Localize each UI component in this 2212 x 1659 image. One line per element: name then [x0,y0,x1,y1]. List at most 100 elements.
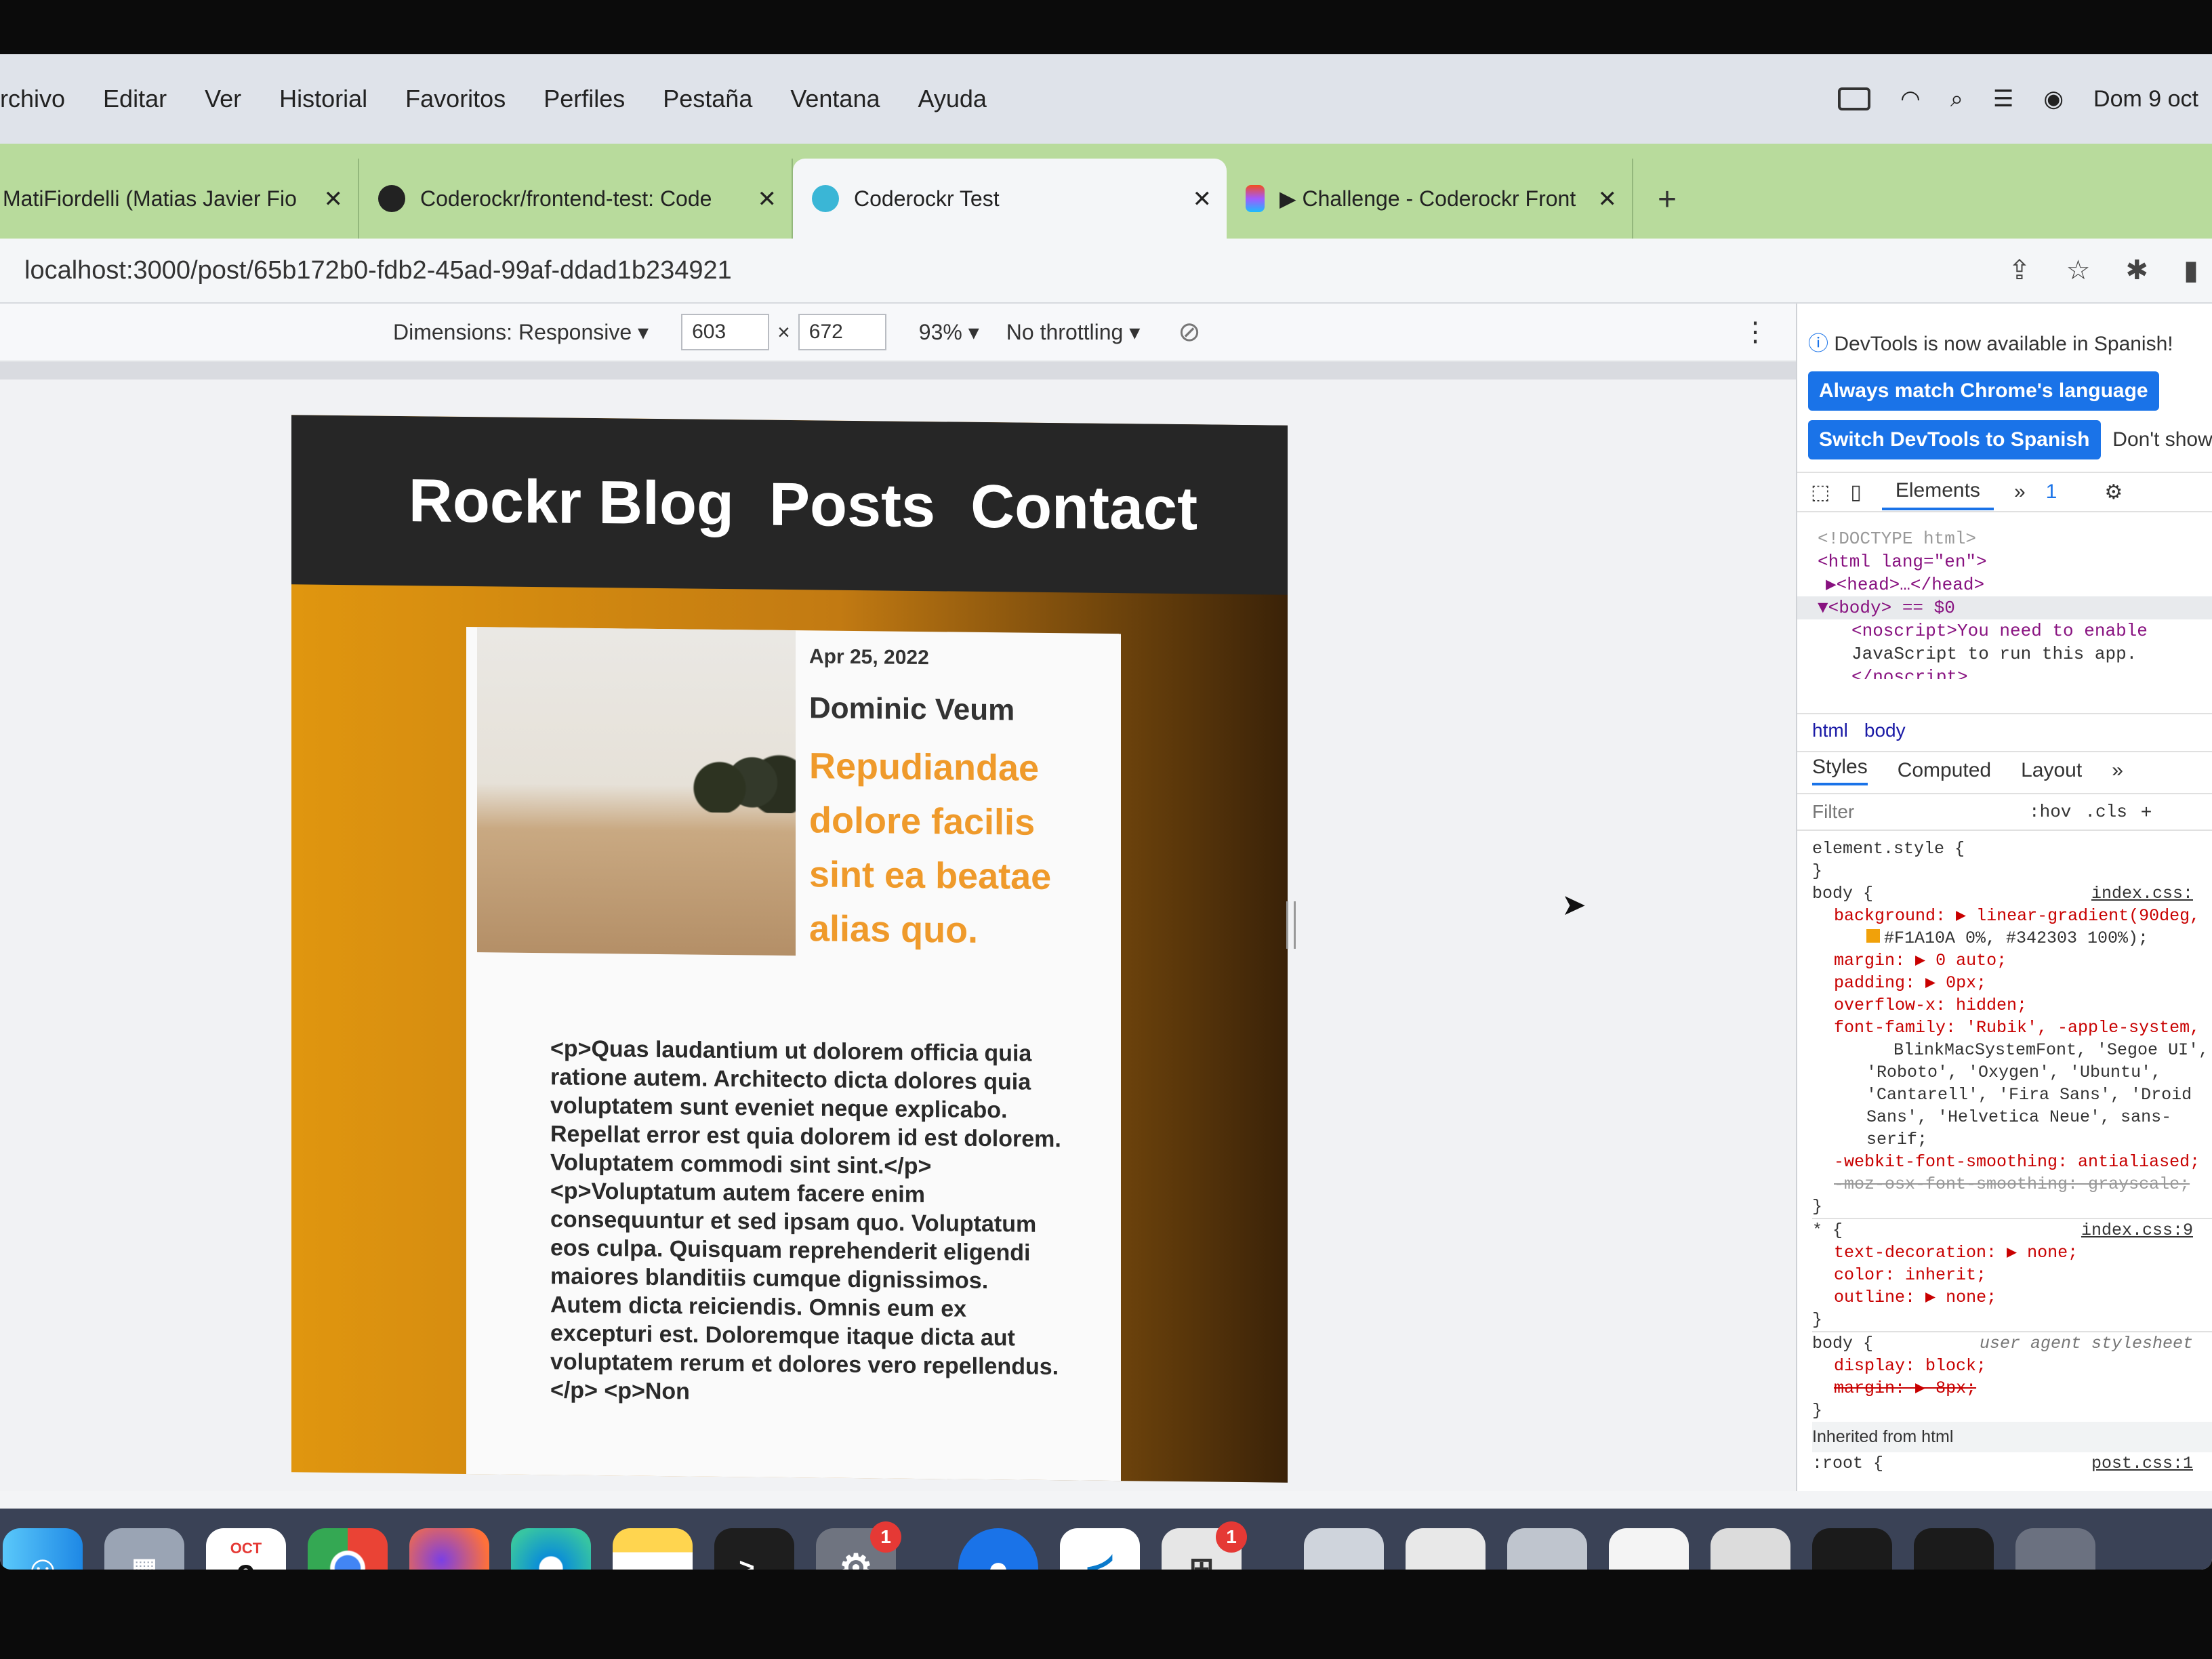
menu-historial[interactable]: Historial [279,85,367,113]
css-selector[interactable]: body { [1812,884,1873,903]
css-line[interactable]: #F1A10A 0%, #342303 100%); [1812,927,2212,949]
share-icon[interactable]: ⇪ [2008,255,2031,286]
source-link[interactable]: post.css:1 [2091,1452,2193,1475]
menu-editar[interactable]: Editar [103,85,167,113]
menu-ayuda[interactable]: Ayuda [918,85,987,113]
close-icon[interactable]: ✕ [1598,186,1618,213]
tab-styles[interactable]: Styles [1812,756,1868,785]
more-options-icon[interactable]: ⋮ [1742,316,1769,348]
url-text[interactable]: localhost:3000/post/65b172b0-fdb2-45ad-9… [24,256,732,285]
device-toggle-icon[interactable]: ▯ [1850,480,1862,504]
zoom-dropdown[interactable]: 93% ▾ [919,319,979,345]
tab-layout[interactable]: Layout [2021,759,2082,782]
firefox-icon[interactable] [409,1528,489,1570]
vscode-icon[interactable]: ≺ [1060,1528,1140,1570]
side-panel-icon[interactable]: ▮ [2184,255,2198,286]
chrome-icon[interactable] [308,1528,388,1570]
menu-favoritos[interactable]: Favoritos [405,85,506,113]
css-line[interactable]: text-decoration: ▶ none; [1812,1242,2212,1264]
menu-ver[interactable]: Ver [205,85,241,113]
filter-input[interactable]: Filter [1812,801,2015,823]
tab-figma-challenge[interactable]: ▶ Challenge - Coderockr Front ✕ [1227,159,1633,239]
wifi-icon[interactable]: ◠ [1900,85,1921,112]
settings-gear-icon[interactable]: ⚙ [2104,480,2123,504]
add-rule-icon[interactable]: + [2141,801,2152,823]
rotate-icon[interactable]: ⊘ [1178,316,1201,348]
document-thumbnail-icon[interactable] [1406,1528,1486,1570]
system-settings-icon[interactable]: ⚙ 1 [816,1521,901,1570]
switch-spanish-button[interactable]: Switch DevTools to Spanish [1808,420,2101,459]
always-match-button[interactable]: Always match Chrome's language [1808,371,2159,411]
dom-noscript-text[interactable]: JavaScript to run this app. [1818,642,2212,665]
trash-icon[interactable] [2015,1528,2095,1570]
css-line[interactable]: element.style { [1812,838,2212,860]
new-tab-button[interactable]: + [1658,181,1677,218]
throttling-dropdown[interactable]: No throttling ▾ [1006,319,1140,345]
inspect-icon[interactable]: ⬚ [1811,480,1830,504]
source-link[interactable]: index.css:9 [2081,1219,2193,1242]
node-window-thumbnail-icon[interactable]: node [1914,1528,1994,1570]
dom-body[interactable]: ▼<body> == $0 [1797,596,2212,619]
vscode-window-thumbnail-icon[interactable] [1812,1528,1892,1570]
css-line[interactable]: padding: ▶ 0px; [1812,972,2212,994]
nav-contact[interactable]: Contact [970,472,1197,544]
media-query-ruler[interactable] [0,362,1796,380]
css-line[interactable]: font-family: 'Rubik', -apple-system, [1812,1017,2212,1039]
control-center-icon[interactable]: ☰ [1993,85,2013,112]
width-input[interactable]: 603 [681,314,770,350]
tab-coderockr-test[interactable]: Coderockr Test ✕ [793,159,1227,239]
dom-html[interactable]: <html lang="en"> [1818,550,2212,573]
search-icon[interactable]: ⌕ [1950,86,1963,112]
screenshot-thumbnail-icon[interactable] [1507,1528,1587,1570]
menu-ventana[interactable]: Ventana [790,85,880,113]
close-icon[interactable]: ✕ [1193,186,1212,213]
launchpad-icon[interactable]: ▦ [104,1528,184,1570]
css-selector[interactable]: :root { [1812,1454,1883,1473]
clock[interactable]: Dom 9 oct [2093,86,2198,112]
css-line[interactable]: margin: ▶ 8px; [1812,1377,2212,1399]
extensions-icon[interactable]: ✱ [2125,255,2148,286]
css-line[interactable]: overflow-x: hidden; [1812,994,2212,1017]
edge-icon[interactable] [511,1528,591,1570]
source-link[interactable]: index.css: [2091,882,2193,905]
tab-elements[interactable]: Elements [1881,474,1994,510]
site-brand[interactable]: Rockr Blog [409,466,734,539]
menu-perfiles[interactable]: Perfiles [544,85,625,113]
more-tabs-icon[interactable]: » [2112,759,2123,782]
tab-computed[interactable]: Computed [1898,759,1991,782]
css-line[interactable]: -webkit-font-smoothing: antialiased; [1812,1151,2212,1173]
battery-icon[interactable] [1838,87,1871,110]
dom-noscript[interactable]: <noscript>You need to enable [1818,619,2212,642]
css-selector[interactable]: * { [1812,1221,1843,1240]
css-line[interactable]: background: ▶ linear-gradient(90deg, [1812,905,2212,927]
siri-icon[interactable]: ◉ [2043,85,2064,112]
close-icon[interactable]: ✕ [758,186,777,213]
dom-doctype[interactable]: <!DOCTYPE html> [1818,527,2212,550]
cls-toggle[interactable]: .cls [2085,800,2127,823]
css-line[interactable]: color: inherit; [1812,1264,2212,1286]
window-thumbnail-icon[interactable] [1711,1528,1790,1570]
hov-toggle[interactable]: :hov [2029,800,2071,823]
tab-github-repo[interactable]: Coderockr/frontend-test: Code ✕ [359,159,793,239]
crumb-body[interactable]: body [1864,720,1906,741]
height-input[interactable]: 672 [798,314,886,350]
tab-github-profile[interactable]: MatiFiordelli (Matias Javier Fio ✕ [0,159,359,239]
address-bar[interactable]: localhost:3000/post/65b172b0-fdb2-45ad-9… [0,239,2212,304]
nav-posts[interactable]: Posts [769,470,935,541]
menu-archivo[interactable]: rchivo [0,85,65,113]
bookmark-star-icon[interactable]: ☆ [2066,255,2091,286]
window-thumbnail-icon[interactable] [1609,1528,1689,1570]
issues-counter[interactable]: 1 [2046,480,2057,504]
proton-vpn-icon[interactable]: ● [958,1528,1038,1570]
office-icon[interactable]: ⊞ 1 [1162,1521,1247,1570]
css-line[interactable]: display: block; [1812,1355,2212,1377]
css-selector[interactable]: body { [1812,1334,1873,1353]
dom-noscript-close[interactable]: </noscript> [1818,665,2212,679]
dont-show-link[interactable]: Don't show a [2112,428,2212,451]
css-line[interactable]: -moz-osx-font-smoothing: grayscale; [1812,1173,2212,1195]
close-icon[interactable]: ✕ [324,186,344,213]
calendar-icon[interactable]: OCT 9 [206,1528,286,1570]
terminal-icon[interactable]: >_ [714,1528,794,1570]
more-tabs-icon[interactable]: » [2014,480,2026,504]
color-swatch-orange[interactable] [1866,929,1880,943]
